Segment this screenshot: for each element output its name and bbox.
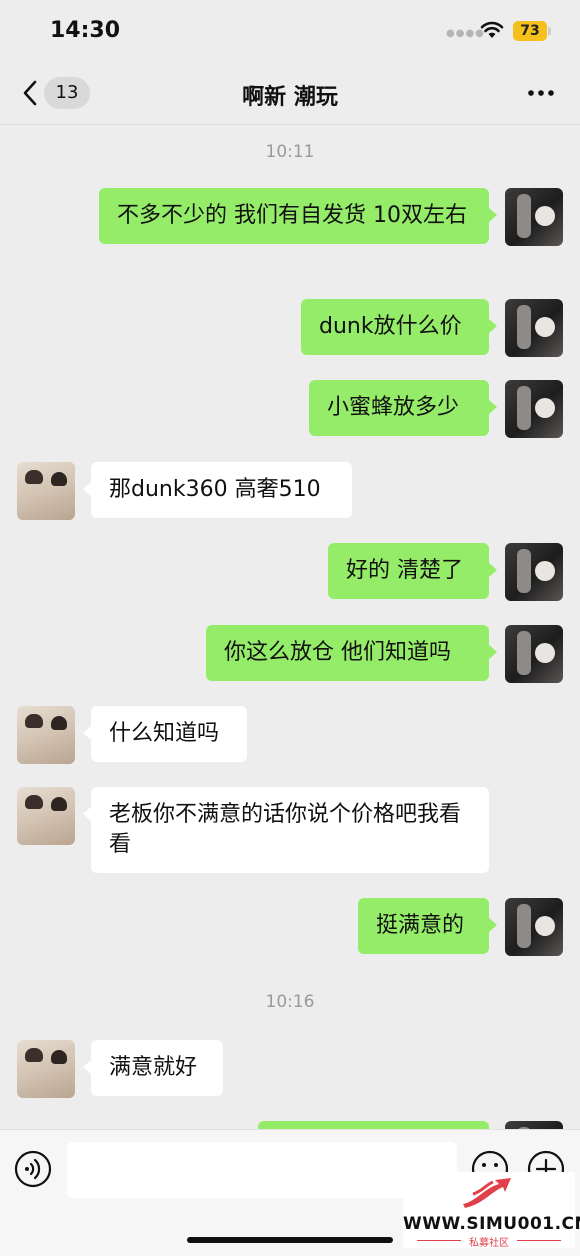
my-avatar[interactable] — [505, 1121, 563, 1129]
watermark: WWW.SIMU001.CN 私募社区 — [403, 1172, 580, 1249]
message-bubble-sent[interactable]: 不多不少的 我们有自发货 10双左右 — [99, 188, 497, 244]
my-avatar[interactable] — [505, 898, 563, 956]
chat-title: 啊新 潮玩 — [242, 85, 338, 110]
watermark-rule — [517, 1240, 561, 1241]
chat-header: 13 啊新 潮玩 — [0, 62, 580, 125]
message-bubble-received[interactable]: 满意就好 — [83, 1040, 223, 1096]
message-bubble-sent[interactable]: 小蜜蜂放多少 — [309, 380, 497, 436]
message-bubble-sent[interactable]: dunk放什么价 — [301, 299, 497, 355]
my-avatar[interactable] — [505, 299, 563, 357]
watermark-url: WWW.SIMU001.CN — [403, 1214, 580, 1234]
status-bar: 14:30 ●●●● 73 — [0, 0, 580, 62]
watermark-label: 私募社区 — [469, 1238, 509, 1249]
message-bubble-sent[interactable]: 你这么放仓 他们知道吗 — [206, 625, 497, 681]
contact-avatar[interactable] — [17, 1040, 75, 1098]
contact-avatar[interactable] — [17, 462, 75, 520]
watermark-logo — [463, 1178, 511, 1208]
message-list[interactable]: 10:11 不多不少的 我们有自发货 10双左右 dunk放什么价 小蜜蜂放多少… — [0, 124, 580, 1129]
message-bubble-sent-partial[interactable] — [258, 1121, 489, 1129]
status-time: 14:30 — [50, 18, 121, 43]
my-avatar[interactable] — [505, 188, 563, 246]
battery-tip — [548, 27, 551, 35]
contact-avatar[interactable] — [17, 706, 75, 764]
more-icon[interactable] — [526, 83, 556, 103]
battery-icon: 73 — [513, 21, 547, 41]
contact-avatar[interactable] — [17, 787, 75, 845]
timestamp: 10:11 — [265, 142, 315, 162]
my-avatar[interactable] — [505, 380, 563, 438]
message-bubble-sent[interactable]: 挺满意的 — [358, 898, 497, 954]
my-avatar[interactable] — [505, 543, 563, 601]
message-bubble-received[interactable]: 老板你不满意的话你说个价格吧我看看 — [83, 787, 489, 873]
message-bubble-received[interactable]: 什么知道吗 — [83, 706, 247, 762]
message-input[interactable] — [67, 1142, 457, 1198]
my-avatar[interactable] — [505, 625, 563, 683]
message-bubble-received[interactable]: 那dunk360 高奢510 — [83, 462, 352, 518]
timestamp: 10:16 — [265, 992, 315, 1012]
home-indicator — [187, 1237, 393, 1243]
wifi-icon — [480, 21, 504, 38]
message-bubble-sent[interactable]: 好的 清楚了 — [328, 543, 497, 599]
voice-icon[interactable] — [14, 1150, 52, 1188]
